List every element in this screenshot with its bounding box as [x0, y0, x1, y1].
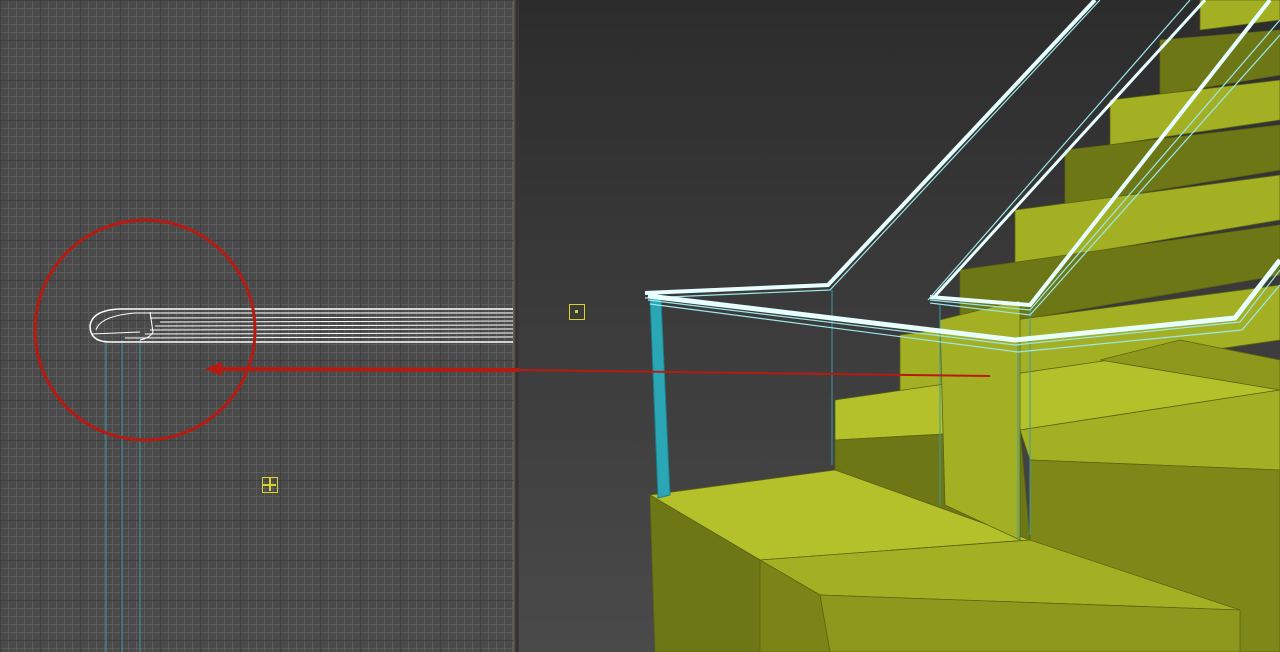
staircase: [648, 0, 1280, 652]
left-viewport-drawing: [33, 218, 513, 652]
handrail-wireframe-side: [89, 308, 513, 343]
transform-gizmo-icon[interactable]: [262, 477, 278, 493]
handrail-post: [649, 297, 671, 499]
right-viewport-drawing: [519, 0, 1280, 652]
pivot-marker-icon[interactable]: [569, 304, 585, 320]
viewport-right-perspective[interactable]: [519, 0, 1280, 652]
viewport-left-orthographic[interactable]: [0, 0, 513, 652]
